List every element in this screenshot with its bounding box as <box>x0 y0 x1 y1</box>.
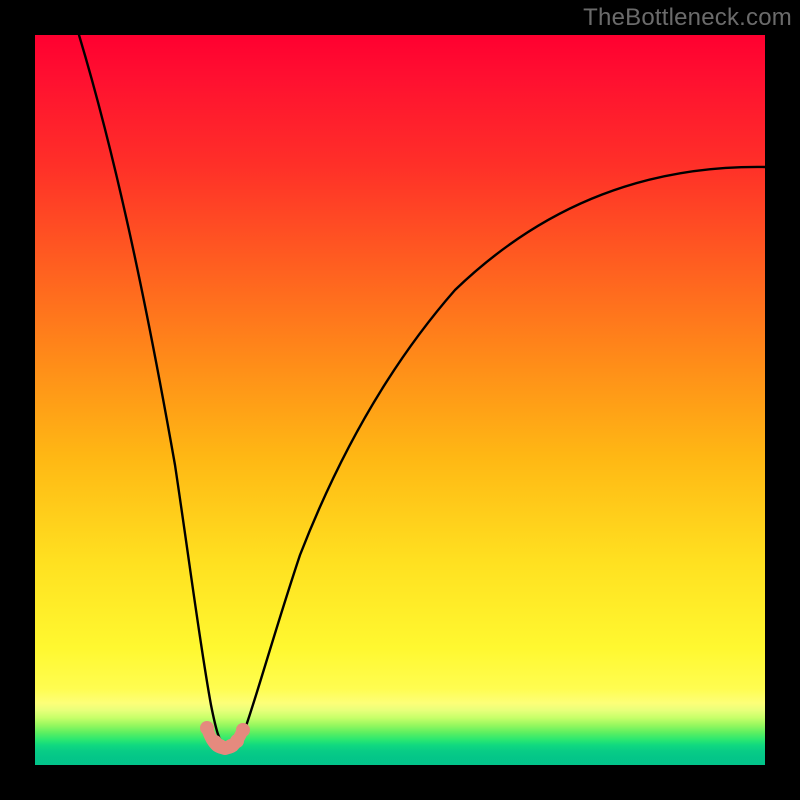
valley-marker-dot <box>200 721 214 735</box>
plot-area <box>35 35 765 765</box>
watermark-text: TheBottleneck.com <box>583 4 792 32</box>
bottleneck-curve <box>79 35 765 748</box>
valley-marker-dot <box>236 723 250 737</box>
bottleneck-curve-svg <box>35 35 765 765</box>
chart-frame: TheBottleneck.com <box>0 0 800 800</box>
